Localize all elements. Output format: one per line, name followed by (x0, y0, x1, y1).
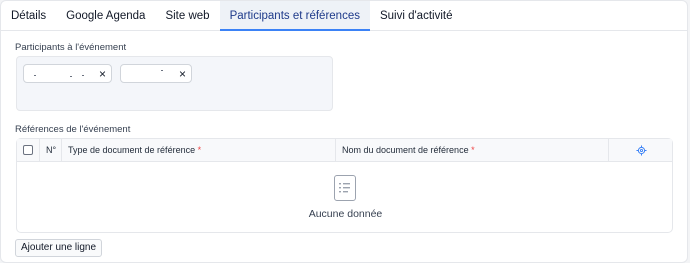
tab-google-agenda[interactable]: Google Agenda (56, 1, 155, 31)
required-marker: * (197, 145, 202, 155)
close-icon[interactable]: × (179, 67, 186, 81)
participants-label: Participants à l'événement (15, 42, 127, 53)
empty-state-text: Aucune donnée (308, 208, 383, 220)
empty-document-icon (334, 175, 356, 201)
table-header: N° Type de document de référence * Nom d… (17, 139, 672, 162)
tab-bar: Détails Google Agenda Site web Participa… (1, 1, 687, 31)
column-header-doc-type: Type de document de référence * (61, 139, 335, 161)
required-marker: * (471, 145, 475, 155)
references-label: Références de l'événement (15, 124, 131, 135)
tab-participants-references[interactable]: Participants et références (219, 1, 370, 31)
add-row-button[interactable]: Ajouter une ligne (15, 239, 103, 257)
column-settings (608, 139, 672, 161)
tab-suivi-activite[interactable]: Suivi d'activité (370, 1, 463, 31)
participant-chip[interactable]: × (120, 64, 192, 83)
tab-site-web[interactable]: Site web (155, 1, 219, 31)
participants-field[interactable]: × × (16, 56, 333, 111)
close-icon[interactable]: × (99, 67, 106, 81)
references-table: N° Type de document de référence * Nom d… (16, 138, 673, 233)
participant-chip[interactable]: × (23, 64, 112, 83)
select-all-checkbox[interactable] (23, 145, 33, 155)
column-header-number: N° (39, 139, 61, 161)
form-panel: Détails Google Agenda Site web Participa… (0, 0, 688, 263)
column-header-doc-name: Nom du document de référence * (335, 139, 608, 161)
settings-icon[interactable] (636, 145, 647, 156)
tab-details[interactable]: Détails (1, 1, 56, 31)
